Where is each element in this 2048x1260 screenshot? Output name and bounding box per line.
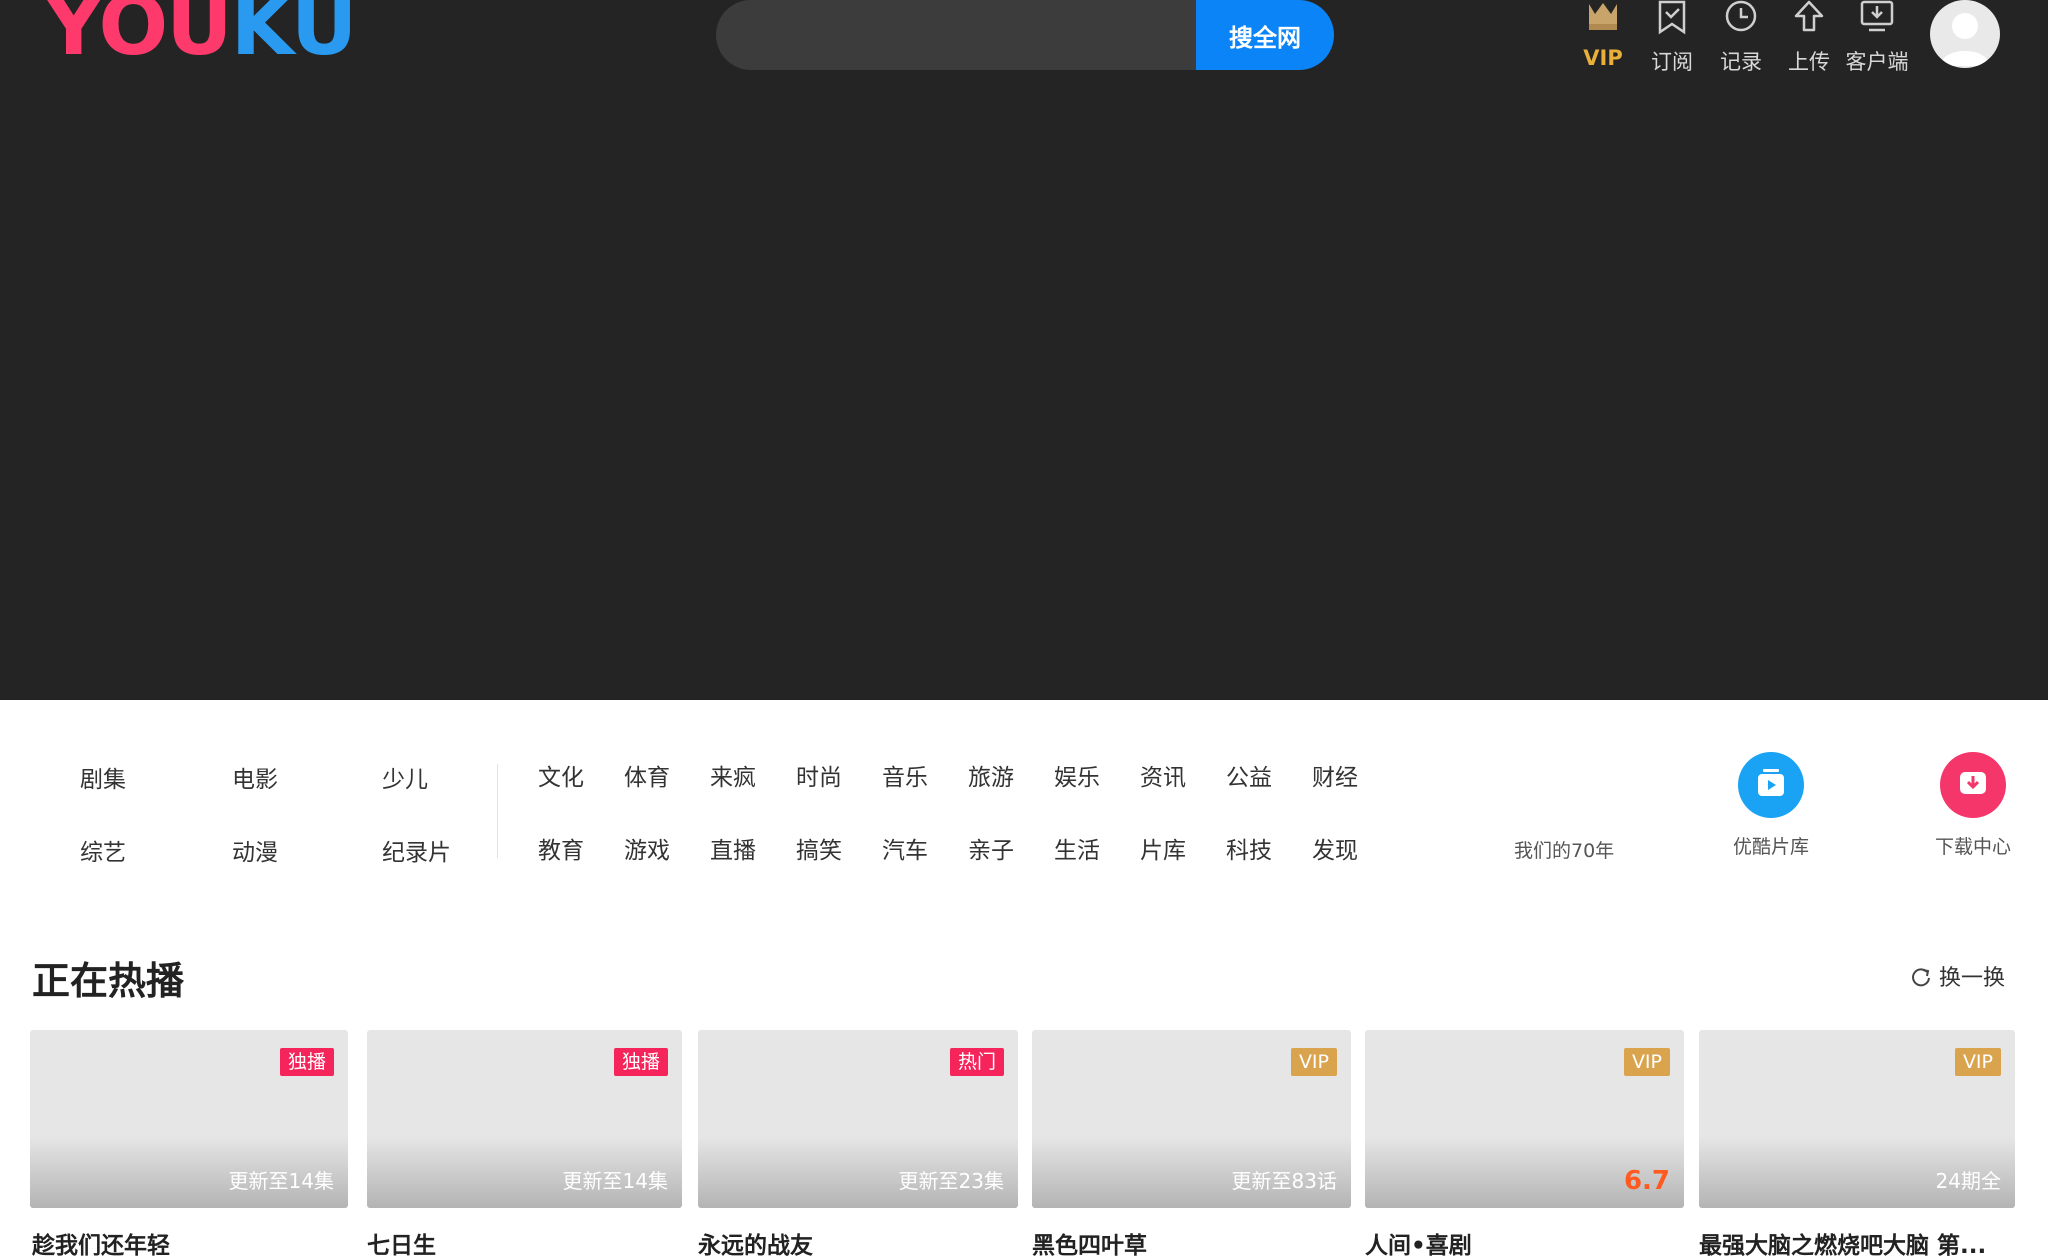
upload-arrow-icon [1794,0,1824,32]
refresh-icon [1912,968,1930,987]
card-info: 更新至23集 [898,1169,1004,1193]
header-history-label: 记录 [1720,50,1762,74]
header-vip[interactable]: VIP [1568,0,1638,72]
card-badge: VIP [1954,1048,2001,1076]
logo-text-a: YOU [44,0,233,74]
library-label: 优酷片库 [1732,836,1809,858]
search-bar: 搜全网 [716,0,1334,70]
special-70-years-link[interactable]: 我们的70年 [1514,836,1614,863]
nav-link-channel[interactable]: 娱乐 [1054,758,1100,792]
quick-link-library[interactable]: 优酷片库 [1720,752,1822,859]
nav-link-channel[interactable]: 时尚 [796,758,842,792]
nav-link-channel[interactable]: 汽车 [882,831,928,865]
nav-link-primary[interactable]: 少儿 [382,760,428,794]
nav-link-channel[interactable]: 文化 [538,758,584,792]
nav-link-channel[interactable]: 来疯 [710,758,756,792]
nav-link-channel[interactable]: 片库 [1140,831,1186,865]
card-badge: 热门 [949,1048,1004,1076]
nav-link-channel[interactable]: 搞笑 [796,831,842,865]
user-avatar[interactable] [1930,0,2000,68]
card-info: 更新至14集 [228,1169,334,1193]
card-info: 更新至14集 [562,1169,668,1193]
header-client-label: 客户端 [1845,50,1909,74]
nav-link-channel[interactable]: 科技 [1226,831,1272,865]
header-history[interactable]: 记录 [1706,0,1776,74]
card-badge: VIP [1623,1048,1670,1076]
nav-link-channel[interactable]: 公益 [1226,758,1272,792]
nav-link-channel[interactable]: 发现 [1312,831,1358,865]
crown-icon [1589,3,1617,30]
header-subscribe[interactable]: 订阅 [1637,0,1707,74]
bookmark-check-icon [1658,0,1686,35]
download-monitor-icon [1860,0,1894,32]
video-library-icon [1758,769,1784,796]
search-input[interactable] [716,0,1196,70]
header-vip-label: VIP [1583,46,1623,70]
user-avatar-icon [1940,13,1990,66]
hot-card[interactable]: VIP 24期全 [1699,1030,2015,1208]
hero-banner: YOUKU 搜全网 VIP 订阅 记录 上传 客户端 [0,0,2048,700]
header-upload-label: 上传 [1788,50,1830,74]
section-title-hot: 正在热播 [32,959,185,1003]
nav-link-primary[interactable]: 纪录片 [382,833,451,867]
refresh-button[interactable]: 换一换 [1910,960,2005,992]
card-badge: 独播 [279,1048,334,1076]
nav-link-channel[interactable]: 体育 [624,758,670,792]
hot-card[interactable]: VIP 更新至83话 [1032,1030,1351,1208]
library-circle [1738,752,1804,818]
clock-icon [1725,0,1757,32]
logo-text-b: KU [230,0,358,74]
refresh-label: 换一换 [1939,966,2006,991]
nav-link-channel[interactable]: 游戏 [624,831,670,865]
nav-link-channel[interactable]: 资讯 [1140,758,1186,792]
header-subscribe-label: 订阅 [1651,50,1693,74]
download-icon [1960,772,1986,794]
nav-divider [497,764,498,858]
nav-link-channel[interactable]: 音乐 [882,758,928,792]
nav-link-channel[interactable]: 教育 [538,831,584,865]
header-upload[interactable]: 上传 [1774,0,1844,74]
card-info: 更新至83话 [1231,1169,1337,1193]
hot-card[interactable]: VIP 6.7 [1365,1030,1684,1208]
nav-link-channel[interactable]: 生活 [1054,831,1100,865]
download-label: 下载中心 [1934,836,2011,858]
nav-link-primary[interactable]: 动漫 [232,833,278,867]
download-circle [1940,752,2006,818]
hot-card[interactable]: 独播 更新至14集 [30,1030,348,1208]
quick-link-download[interactable]: 下载中心 [1922,752,2024,859]
card-badge: 独播 [613,1048,668,1076]
card-score: 6.7 [1623,1166,1670,1196]
hot-card[interactable]: 独播 更新至14集 [367,1030,682,1208]
card-info: 24期全 [1935,1169,2001,1193]
nav-link-primary[interactable]: 综艺 [80,833,126,867]
nav-link-channel[interactable]: 亲子 [968,831,1014,865]
nav-link-channel[interactable]: 财经 [1312,758,1358,792]
youku-logo[interactable]: YOUKU [44,0,357,68]
nav-link-primary[interactable]: 电影 [232,760,278,794]
hot-card[interactable]: 热门 更新至23集 [698,1030,1018,1208]
card-badge: VIP [1290,1048,1337,1076]
header-client[interactable]: 客户端 [1842,0,1912,74]
search-all-button[interactable]: 搜全网 [1196,0,1334,70]
nav-link-channel[interactable]: 直播 [710,831,756,865]
nav-link-channel[interactable]: 旅游 [968,758,1014,792]
nav-link-primary[interactable]: 剧集 [80,760,126,794]
